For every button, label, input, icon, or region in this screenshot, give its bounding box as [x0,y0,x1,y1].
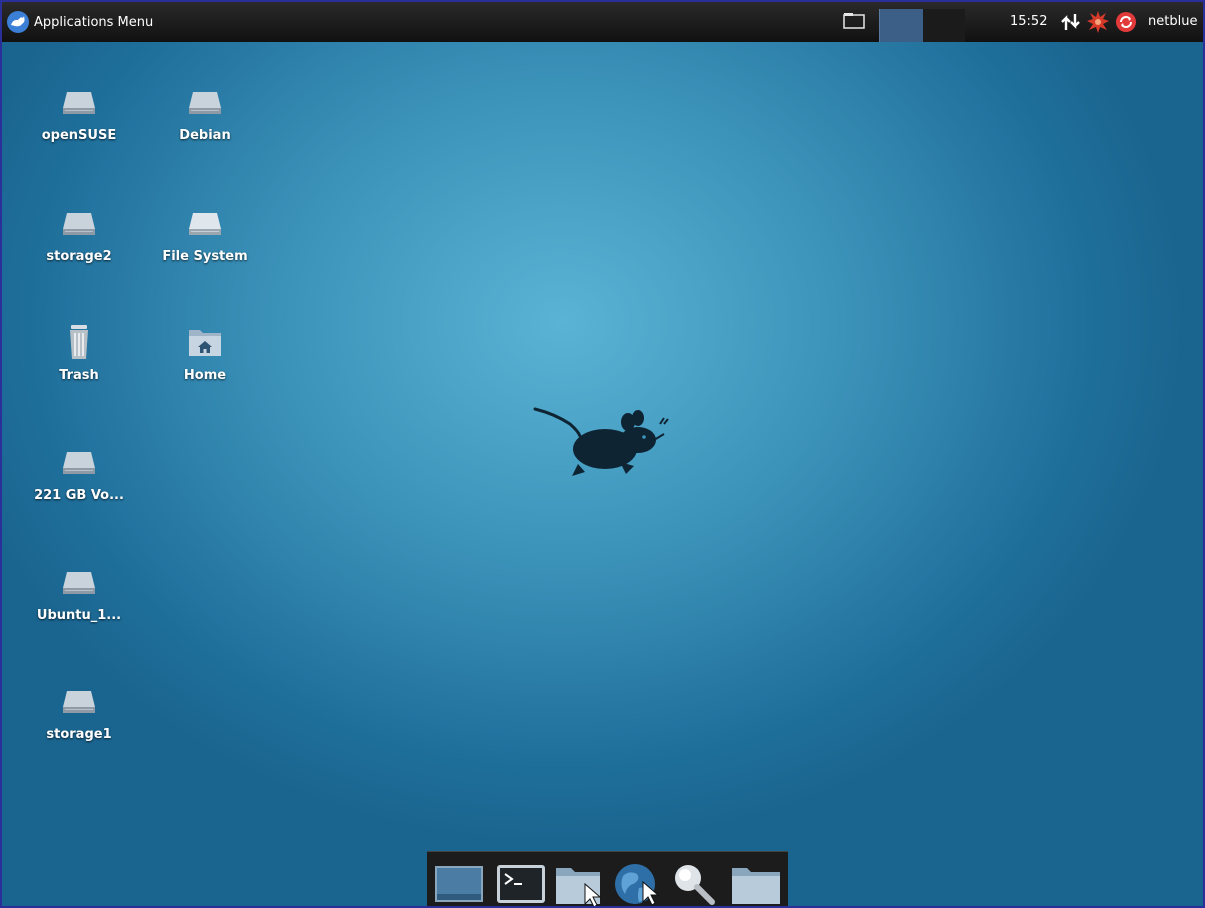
drive-icon [189,213,221,235]
network-activity-icon[interactable] [1060,12,1082,36]
search-icon [675,865,715,905]
dock-item-show-desktop[interactable] [432,860,486,906]
workspace-1[interactable] [879,9,923,42]
web-browser-icon [615,864,660,906]
notification-burst-icon[interactable] [1086,10,1110,38]
dock-item-file-manager[interactable] [553,860,607,906]
drive-icon [63,691,95,713]
dock-item-folder[interactable] [729,860,783,906]
update-notifier-icon[interactable] [1115,11,1137,37]
drive-icon [63,213,95,235]
desktop-icon-label: Debian [179,128,231,143]
workspace-2[interactable] [923,9,965,42]
desktop-icon-label: storage1 [46,727,112,742]
desktop-icon-storage1[interactable]: storage1 [23,681,135,742]
dock [427,851,788,906]
file-manager-icon [556,868,602,906]
dock-item-search[interactable] [668,860,722,906]
desktop-icon-ubuntu[interactable]: Ubuntu_1... [23,562,135,623]
clock[interactable]: 15:52 [1010,14,1047,29]
desktop-icon-label: openSUSE [41,128,117,143]
user-menu[interactable]: netblue [1148,14,1197,29]
desktop-icon-trash[interactable]: Trash [23,322,135,383]
terminal-icon [497,865,545,903]
trash-icon [70,325,88,359]
desktop-icon-debian[interactable]: Debian [149,82,261,143]
dock-item-web-browser[interactable] [611,860,665,906]
home-folder-icon [189,330,221,356]
drive-icon [63,452,95,474]
desktop: Applications Menu 15:52 netblue openSUSE… [0,0,1205,908]
desktop-icon-storage2[interactable]: storage2 [23,203,135,264]
desktop-icon-221gb-volume[interactable]: 221 GB Vo... [23,442,135,503]
desktop-icon-label: Ubuntu_1... [36,608,122,623]
desktop-icon-home[interactable]: Home [149,322,261,383]
drive-icon [189,92,221,114]
folder-icon [732,868,780,904]
drive-icon [63,92,95,114]
desktop-icon-file-system[interactable]: File System [149,203,261,264]
applications-menu-button[interactable]: Applications Menu [6,9,153,35]
desktop-icon-label: Trash [59,368,99,383]
dock-item-terminal[interactable] [494,860,548,906]
desktop-icon-label: storage2 [46,249,112,264]
show-desktop-icon [435,866,483,902]
desktop-icon-opensuse[interactable]: openSUSE [23,82,135,143]
top-panel: Applications Menu 15:52 netblue [2,2,1203,42]
xfce-logo-icon [7,11,29,33]
desktop-icon-label: File System [162,249,248,264]
applications-menu-label: Applications Menu [34,14,154,30]
xfce-mouse-mascot-icon [533,407,669,476]
drive-icon [63,572,95,594]
desktop-icon-label: Home [183,368,227,383]
desktop-icon-label: 221 GB Vo... [34,488,124,503]
window-list-icon[interactable] [842,11,868,35]
